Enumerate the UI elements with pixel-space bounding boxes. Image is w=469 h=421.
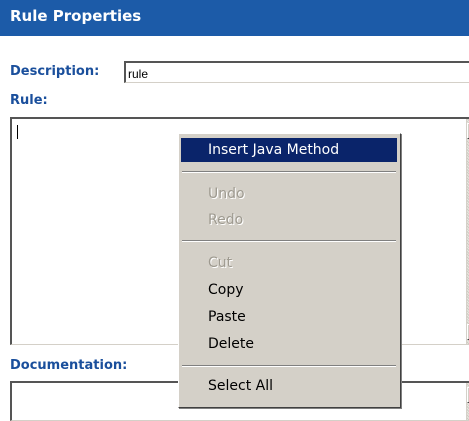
documentation-label: Documentation: bbox=[10, 358, 128, 373]
menu-separator bbox=[182, 365, 396, 367]
menu-item-cut[interactable]: Cut bbox=[181, 251, 397, 275]
rule-label: Rule: bbox=[10, 93, 48, 108]
context-menu: Insert Java Method Undo Redo Cut Copy Pa… bbox=[178, 133, 401, 408]
panel-title: Rule Properties bbox=[10, 7, 142, 25]
text-caret bbox=[17, 125, 18, 139]
menu-item-undo[interactable]: Undo bbox=[181, 182, 397, 206]
menu-item-paste[interactable]: Paste bbox=[181, 305, 397, 329]
menu-item-select-all[interactable]: Select All bbox=[181, 374, 397, 398]
menu-separator bbox=[182, 171, 396, 173]
menu-item-copy[interactable]: Copy bbox=[181, 278, 397, 302]
menu-item-insert-java-method[interactable]: Insert Java Method bbox=[181, 138, 397, 162]
description-input[interactable] bbox=[124, 61, 469, 83]
panel-title-bar: Rule Properties bbox=[0, 0, 469, 36]
menu-separator bbox=[182, 240, 396, 242]
menu-item-delete[interactable]: Delete bbox=[181, 332, 397, 356]
menu-item-redo[interactable]: Redo bbox=[181, 208, 397, 232]
description-label: Description: bbox=[10, 64, 100, 79]
